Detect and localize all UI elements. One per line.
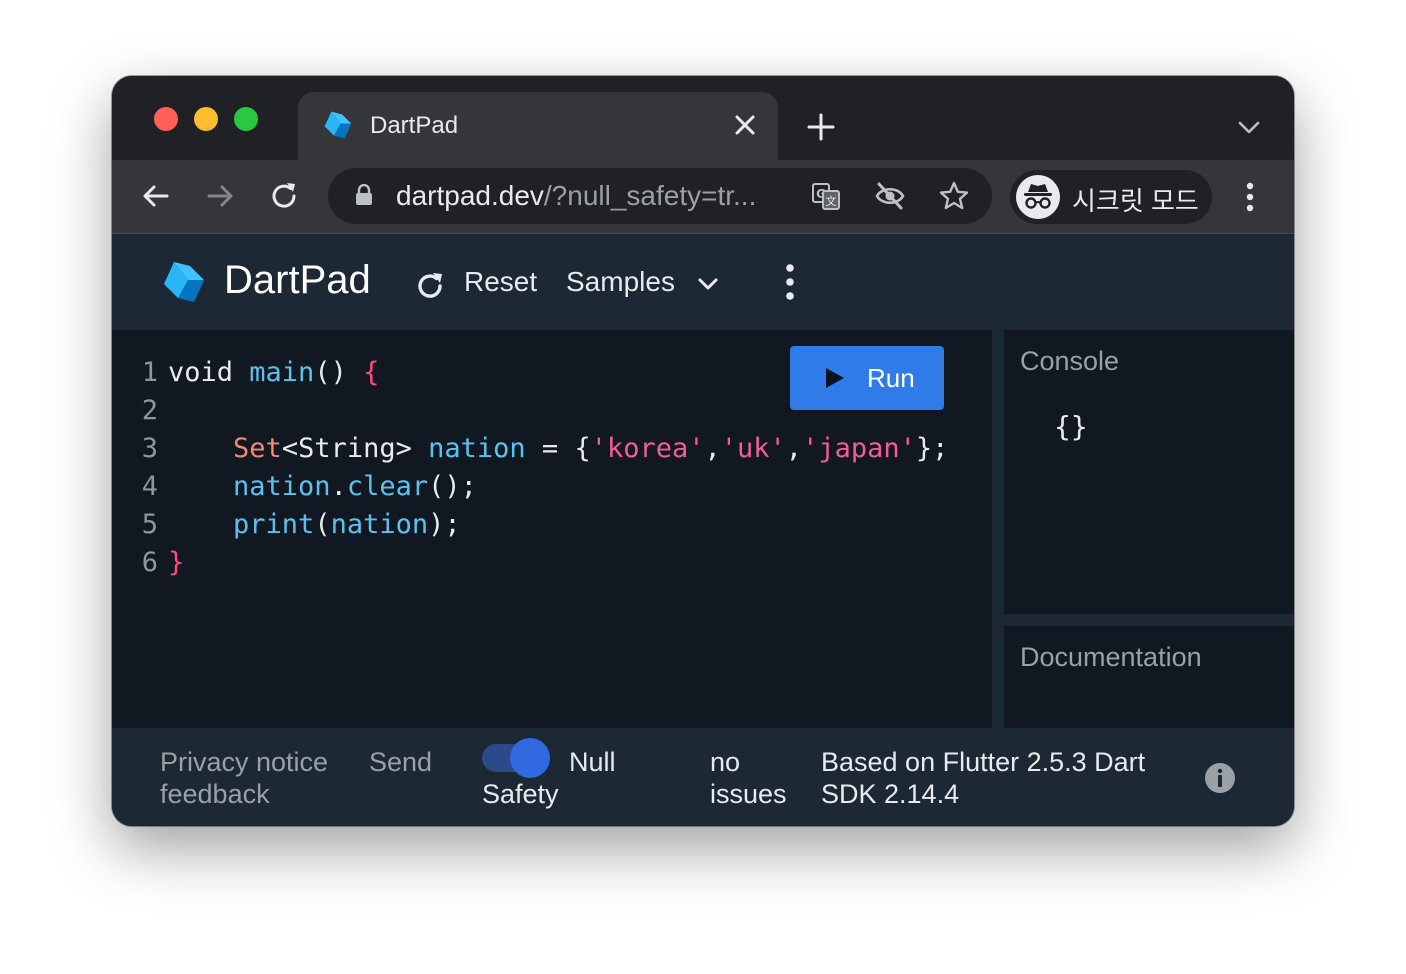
maximize-window-button[interactable] [234, 107, 258, 131]
close-icon[interactable] [732, 112, 758, 138]
translate-icon[interactable]: G 文 [810, 180, 842, 212]
arrow-left-icon[interactable] [140, 180, 172, 212]
info-icon[interactable] [1204, 762, 1236, 794]
code-line: 1 void main() { [141, 357, 380, 388]
incognito-label: 시크릿 모드 [1072, 186, 1199, 216]
dartpad-header: DartPad Reset Samples [112, 234, 1294, 330]
incognito-avatar [1016, 175, 1060, 219]
documentation-title: Documentation [1020, 642, 1202, 672]
kebab-menu-icon[interactable] [1234, 180, 1266, 214]
status-bar: Privacy notice Send feedback Null Safety… [112, 728, 1294, 826]
code-line: 2 [141, 395, 158, 426]
browser-toolbar: dartpad.dev/?null_safety=tr... G 文 시크릿 모… [112, 160, 1294, 234]
play-icon [826, 368, 844, 388]
address-bar[interactable]: dartpad.dev/?null_safety=tr... G 文 [328, 168, 992, 224]
code-editor[interactable]: 1 void main() { 2 3 Set<String> nation = … [112, 330, 992, 728]
tab-dartpad[interactable]: DartPad [298, 92, 778, 160]
dart-logo-icon [164, 262, 204, 302]
tab-strip: DartPad [112, 76, 1294, 160]
sdk-version-line2: SDK 2.14.4 [821, 779, 960, 809]
app-title: DartPad [224, 258, 371, 302]
panel-splitter-vertical[interactable] [992, 330, 1004, 728]
null-safety-toggle[interactable] [482, 738, 552, 778]
run-label: Run [867, 363, 915, 393]
run-button[interactable]: Run [790, 346, 944, 410]
chevron-down-icon [698, 278, 718, 290]
code-line: 5 print(nation); [141, 509, 461, 540]
toggle-thumb [510, 738, 550, 778]
code-line: 3 Set<String> nation = {'korea','uk','ja… [141, 433, 949, 464]
plus-icon[interactable] [806, 112, 836, 142]
documentation-panel: Documentation [1004, 626, 1294, 728]
panel-splitter-horizontal[interactable] [1004, 614, 1294, 626]
code-line: 6} [141, 547, 185, 578]
more-options-icon[interactable] [776, 262, 804, 302]
null-safety-label: Null [569, 747, 616, 777]
star-icon[interactable] [938, 180, 970, 212]
send-feedback-link-line2[interactable]: feedback [160, 778, 270, 810]
console-title: Console [1020, 346, 1120, 376]
samples-dropdown[interactable]: Samples [566, 262, 726, 302]
issues-status: no [710, 747, 741, 777]
arrow-right-icon[interactable] [204, 180, 236, 212]
svg-text:文: 文 [826, 194, 837, 208]
chevron-down-icon[interactable] [1236, 114, 1262, 140]
null-safety-label-line2: Safety [482, 779, 559, 809]
console-output: {} [1054, 410, 1088, 443]
send-feedback-link[interactable]: Send [369, 746, 432, 778]
incognito-icon [1024, 184, 1052, 209]
privacy-notice-link[interactable]: Privacy notice [160, 746, 328, 778]
browser-window: DartPad dartpad.dev/?null_safety=tr... G… [112, 76, 1294, 826]
sdk-version: Based on Flutter 2.5.3 Dart [821, 747, 1146, 777]
eye-slash-icon[interactable] [874, 180, 906, 212]
code-line: 4 nation.clear(); [141, 471, 477, 502]
minimize-window-button[interactable] [194, 107, 218, 131]
lock-icon[interactable] [354, 184, 374, 206]
console-panel: Console {} [1004, 330, 1294, 614]
reload-icon[interactable] [268, 180, 300, 212]
url-text[interactable]: dartpad.dev/?null_safety=tr... [396, 180, 756, 212]
dart-favicon-icon [324, 111, 352, 139]
tab-title: DartPad [370, 112, 459, 139]
reset-label: Reset [464, 266, 538, 297]
incognito-profile-button[interactable]: 시크릿 모드 [1010, 170, 1212, 224]
samples-label: Samples [566, 266, 675, 297]
refresh-icon [418, 273, 442, 298]
issues-status-line2: issues [710, 779, 787, 809]
close-window-button[interactable] [154, 107, 178, 131]
